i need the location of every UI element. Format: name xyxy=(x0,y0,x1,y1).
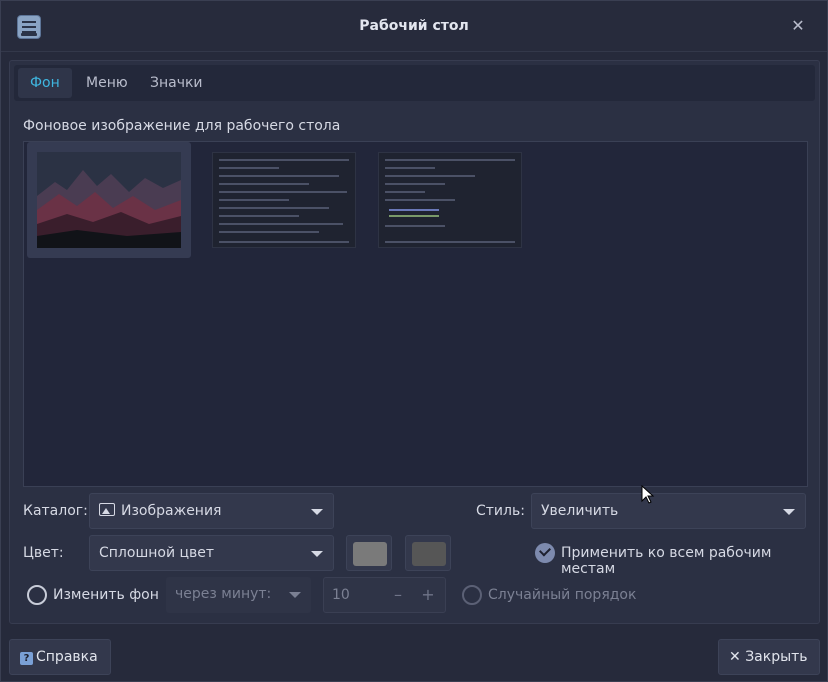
help-button[interactable]: ? Справка xyxy=(9,639,111,675)
screenshot-thumbnail-image xyxy=(212,152,356,248)
minus-icon[interactable]: – xyxy=(388,578,408,612)
random-order-checkbox[interactable] xyxy=(462,585,482,605)
mouse-pointer-icon xyxy=(641,485,655,504)
change-background-label: Изменить фон xyxy=(53,587,159,603)
catalog-value: Изображения xyxy=(121,503,222,519)
close-button-label: Закрыть xyxy=(745,649,808,665)
title-bar: Рабочий стол ✕ xyxy=(1,1,827,52)
interval-value: через минут: xyxy=(175,586,272,602)
chevron-down-icon xyxy=(289,592,301,598)
image-icon xyxy=(99,503,115,516)
wallpaper-thumbnail[interactable] xyxy=(27,142,191,258)
background-section-label: Фоновое изображение для рабочего стола xyxy=(23,118,341,134)
color-mode-value: Сплошной цвет xyxy=(99,545,215,561)
chevron-down-icon xyxy=(311,551,323,557)
catalog-select[interactable]: Изображения xyxy=(89,493,334,529)
wallpaper-thumbnail[interactable] xyxy=(202,142,366,258)
tab-background[interactable]: Фон xyxy=(18,68,72,98)
help-icon: ? xyxy=(20,652,33,665)
apply-all-label: Применить ко всем рабочим местам xyxy=(561,545,772,577)
style-select[interactable]: Увеличить xyxy=(531,493,806,529)
wallpaper-thumbnail[interactable] xyxy=(368,142,532,258)
close-window-icon[interactable]: ✕ xyxy=(789,17,807,35)
window-title: Рабочий стол xyxy=(359,18,469,34)
chevron-down-icon xyxy=(311,509,323,515)
wallpaper-gallery xyxy=(23,141,808,487)
desktop-settings-window: Рабочий стол ✕ Фон Меню Значки Фоновое и… xyxy=(0,0,828,682)
plus-icon[interactable]: + xyxy=(418,578,438,612)
primary-color-button[interactable] xyxy=(346,535,392,571)
color-mode-select[interactable]: Сплошной цвет xyxy=(89,535,334,571)
tab-menu[interactable]: Меню xyxy=(74,68,140,98)
close-icon: ✕ xyxy=(729,649,741,665)
tab-icons[interactable]: Значки xyxy=(138,68,215,98)
screenshot-thumbnail-image xyxy=(378,152,522,248)
close-button[interactable]: ✕ Закрыть xyxy=(718,639,820,675)
help-button-label: Справка xyxy=(36,649,98,665)
random-order-label: Случайный порядок xyxy=(488,587,637,603)
catalog-label: Каталог: xyxy=(23,503,88,519)
primary-color-swatch xyxy=(353,542,387,566)
style-label: Стиль: xyxy=(476,503,525,519)
interval-number: 10 xyxy=(332,587,350,603)
style-value: Увеличить xyxy=(541,503,619,519)
mountain-photo-image xyxy=(37,152,181,248)
tab-bar: Фон Меню Значки xyxy=(14,65,815,101)
apply-all-checkbox[interactable] xyxy=(535,543,555,563)
change-background-checkbox[interactable] xyxy=(27,585,47,605)
interval-spinbox[interactable]: 10 – + xyxy=(323,577,446,613)
secondary-color-swatch xyxy=(412,542,446,566)
secondary-color-button[interactable] xyxy=(405,535,451,571)
color-label: Цвет: xyxy=(23,545,64,561)
chevron-down-icon xyxy=(783,509,795,515)
interval-select[interactable]: через минут: xyxy=(166,577,311,613)
